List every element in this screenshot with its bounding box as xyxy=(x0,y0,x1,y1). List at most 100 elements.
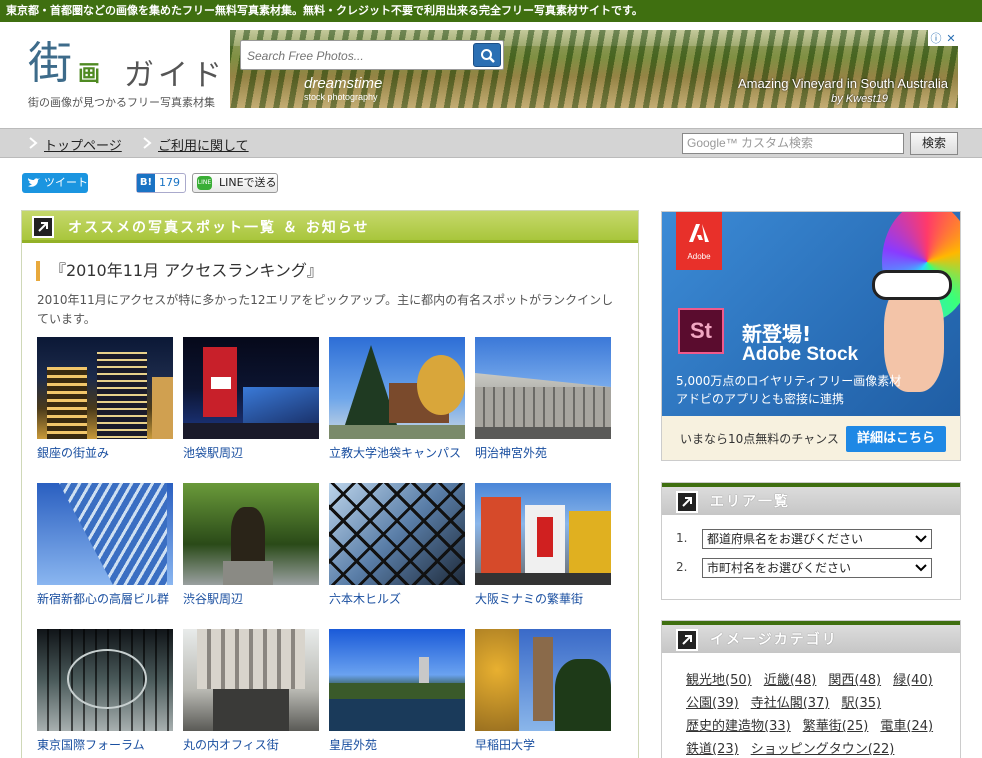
spot-caption[interactable]: 東京国際フォーラム xyxy=(37,737,173,754)
spot-caption[interactable]: 大阪ミナミの繁華街 xyxy=(475,591,611,608)
category-link[interactable]: 緑(40) xyxy=(893,673,933,688)
ad-footer-text: いまなら10点無料のチャンス xyxy=(680,432,839,446)
spot-caption[interactable]: 池袋駅周辺 xyxy=(183,445,319,462)
ad-choices[interactable]: ⓘ ✕ xyxy=(928,30,958,46)
spot-item[interactable]: 池袋駅周辺 xyxy=(183,337,319,462)
hatena-bookmark-button[interactable]: B! 179 xyxy=(136,173,186,193)
prefecture-select-value: 都道府県名をお選びください xyxy=(707,532,864,546)
custom-search-input[interactable]: Google™ カスタム検索 xyxy=(682,133,904,154)
article-lead: 2010年11月にアクセスが特に多かった12エリアをピックアップ。主に都内の有名… xyxy=(37,293,614,326)
spot-caption[interactable]: 六本木ヒルズ xyxy=(329,591,465,608)
spot-thumbnail[interactable] xyxy=(183,337,319,439)
ad-search-input[interactable] xyxy=(247,47,467,65)
category-link[interactable]: 関西(48) xyxy=(828,673,881,688)
spot-item[interactable]: 皇居外苑 xyxy=(329,629,465,754)
spot-caption[interactable]: 明治神宮外苑 xyxy=(475,445,611,462)
ad-search-button[interactable] xyxy=(473,43,501,67)
spot-thumbnail[interactable] xyxy=(475,483,611,585)
category-link[interactable]: 公園(39) xyxy=(686,696,739,711)
site-logo[interactable]: 街 画 ガイド 街の画像が見つかるフリー写真素材集 xyxy=(28,36,228,116)
spot-thumbnail[interactable] xyxy=(475,629,611,731)
panel-title: オススメの写真スポット一覧 ＆ お知らせ xyxy=(68,220,370,236)
spot-item[interactable]: 東京国際フォーラム xyxy=(37,629,173,754)
site-header: 街 画 ガイド 街の画像が見つかるフリー写真素材集 dreamstime sto… xyxy=(0,22,982,128)
custom-search-button[interactable]: 検索 xyxy=(910,132,958,155)
logo-kanji: 街 xyxy=(28,38,72,89)
area-list-title: エリア一覧 xyxy=(710,494,790,510)
ad-photo-credit: by Kwest19 xyxy=(831,93,888,105)
area-list-header: エリア一覧 xyxy=(662,483,960,515)
category-link[interactable]: 歴史的建造物(33) xyxy=(686,719,791,734)
spot-item[interactable]: 新宿新都心の高層ビル群 xyxy=(37,483,173,608)
line-share-button[interactable]: LINE LINEで送る xyxy=(192,173,278,193)
area-row-number: 1. xyxy=(676,531,688,545)
spot-caption[interactable]: 丸の内オフィス街 xyxy=(183,737,319,754)
spot-thumbnail[interactable] xyxy=(37,337,173,439)
category-list: 観光地(50) 近畿(48) 関西(48) 緑(40) 公園(39) 寺社仏閣(37) 駅… xyxy=(686,669,950,758)
spot-item[interactable]: 渋谷駅周辺 xyxy=(183,483,319,608)
category-link[interactable]: 繁華街(25) xyxy=(803,719,869,734)
ad-headline-1: 新登場! xyxy=(742,322,812,346)
chevron-right-icon xyxy=(143,137,152,149)
spot-item[interactable]: 早稲田大学 xyxy=(475,629,611,754)
spot-item[interactable]: 銀座の街並み xyxy=(37,337,173,462)
spot-thumbnail[interactable] xyxy=(329,483,465,585)
tweet-label: ツイート xyxy=(44,176,88,189)
category-link[interactable]: 近畿(48) xyxy=(764,673,817,688)
category-link[interactable]: 寺社仏閣(37) xyxy=(751,696,830,711)
hatena-count: 179 xyxy=(159,176,180,189)
adobe-stock-icon: St xyxy=(678,308,724,354)
nav-item-usage[interactable]: ご利用に関して xyxy=(158,135,249,154)
header-ad-banner[interactable]: dreamstime stock photography Amazing Vin… xyxy=(230,30,958,108)
spot-item[interactable]: 丸の内オフィス街 xyxy=(183,629,319,754)
ad-photo-caption: Amazing Vineyard in South Australia xyxy=(737,76,948,91)
spot-caption[interactable]: 新宿新都心の高層ビル群 xyxy=(37,591,173,608)
recommended-spots-panel: オススメの写真スポット一覧 ＆ お知らせ 『2010年11月 アクセスランキング… xyxy=(21,210,639,758)
close-icon[interactable]: ✕ xyxy=(946,32,955,45)
category-link[interactable]: 電車(24) xyxy=(880,719,933,734)
tweet-button[interactable]: ツイート xyxy=(22,173,88,193)
category-link[interactable]: 駅(35) xyxy=(841,696,881,711)
spot-thumbnail[interactable] xyxy=(329,629,465,731)
spot-thumbnail[interactable] xyxy=(475,337,611,439)
spot-thumbnail[interactable] xyxy=(329,337,465,439)
category-link[interactable]: 鉄道(23) xyxy=(686,742,739,757)
spot-caption[interactable]: 銀座の街並み xyxy=(37,445,173,462)
image-category-box: イメージカテゴリ 観光地(50) 近畿(48) 関西(48) 緑(40) 公園(39)… xyxy=(661,620,961,758)
category-link[interactable]: 観光地(50) xyxy=(686,673,752,688)
ad-footer: いまなら10点無料のチャンス 詳細はこちら xyxy=(662,416,960,460)
category-link[interactable]: ショッピングタウン(22) xyxy=(751,742,895,757)
prefecture-select[interactable]: 都道府県名をお選びください xyxy=(702,529,932,549)
spot-item[interactable]: 六本木ヒルズ xyxy=(329,483,465,608)
ad-brand-sub: stock photography xyxy=(304,92,378,102)
arrow-up-right-icon xyxy=(676,491,698,513)
spot-caption[interactable]: 渋谷駅周辺 xyxy=(183,591,319,608)
chevron-down-icon xyxy=(915,535,927,543)
info-icon[interactable]: ⓘ xyxy=(930,30,941,46)
image-category-title: イメージカテゴリ xyxy=(710,632,838,648)
spot-item[interactable]: 立教大学池袋キャンパス xyxy=(329,337,465,462)
search-icon xyxy=(481,49,495,63)
spot-item[interactable]: 明治神宮外苑 xyxy=(475,337,611,462)
spot-caption[interactable]: 早稲田大学 xyxy=(475,737,611,754)
spot-thumbnail[interactable] xyxy=(37,483,173,585)
city-select-value: 市町村名をお選びください xyxy=(707,561,852,575)
city-select[interactable]: 市町村名をお選びください xyxy=(702,558,932,578)
spot-thumbnail[interactable] xyxy=(183,629,319,731)
nav-item-top-page[interactable]: トップページ xyxy=(44,135,122,154)
article-title: 『2010年11月 アクセスランキング』 xyxy=(36,261,323,281)
spot-caption[interactable]: 立教大学池袋キャンパス xyxy=(329,445,465,462)
line-label: LINEで送る xyxy=(219,176,277,189)
arrow-up-right-icon xyxy=(32,216,54,238)
spot-item[interactable]: 大阪ミナミの繁華街 xyxy=(475,483,611,608)
spot-caption[interactable]: 皇居外苑 xyxy=(329,737,465,754)
adobe-stock-ad[interactable]: Adobe St 新登場! Adobe Stock 5,000万点のロイヤリティ… xyxy=(661,211,961,461)
logo-guide: ガイド xyxy=(124,58,226,93)
ad-details-button[interactable]: 詳細はこちら xyxy=(846,426,946,452)
spot-thumbnail[interactable] xyxy=(37,629,173,731)
spot-thumbnail[interactable] xyxy=(183,483,319,585)
ad-search-box xyxy=(240,40,504,70)
chevron-down-icon xyxy=(915,564,927,572)
area-list-box: エリア一覧 1. 都道府県名をお選びください 2. 市町村名をお選びください xyxy=(661,482,961,600)
ad-copy-1: 5,000万点のロイヤリティフリー画像素材 xyxy=(676,374,902,388)
